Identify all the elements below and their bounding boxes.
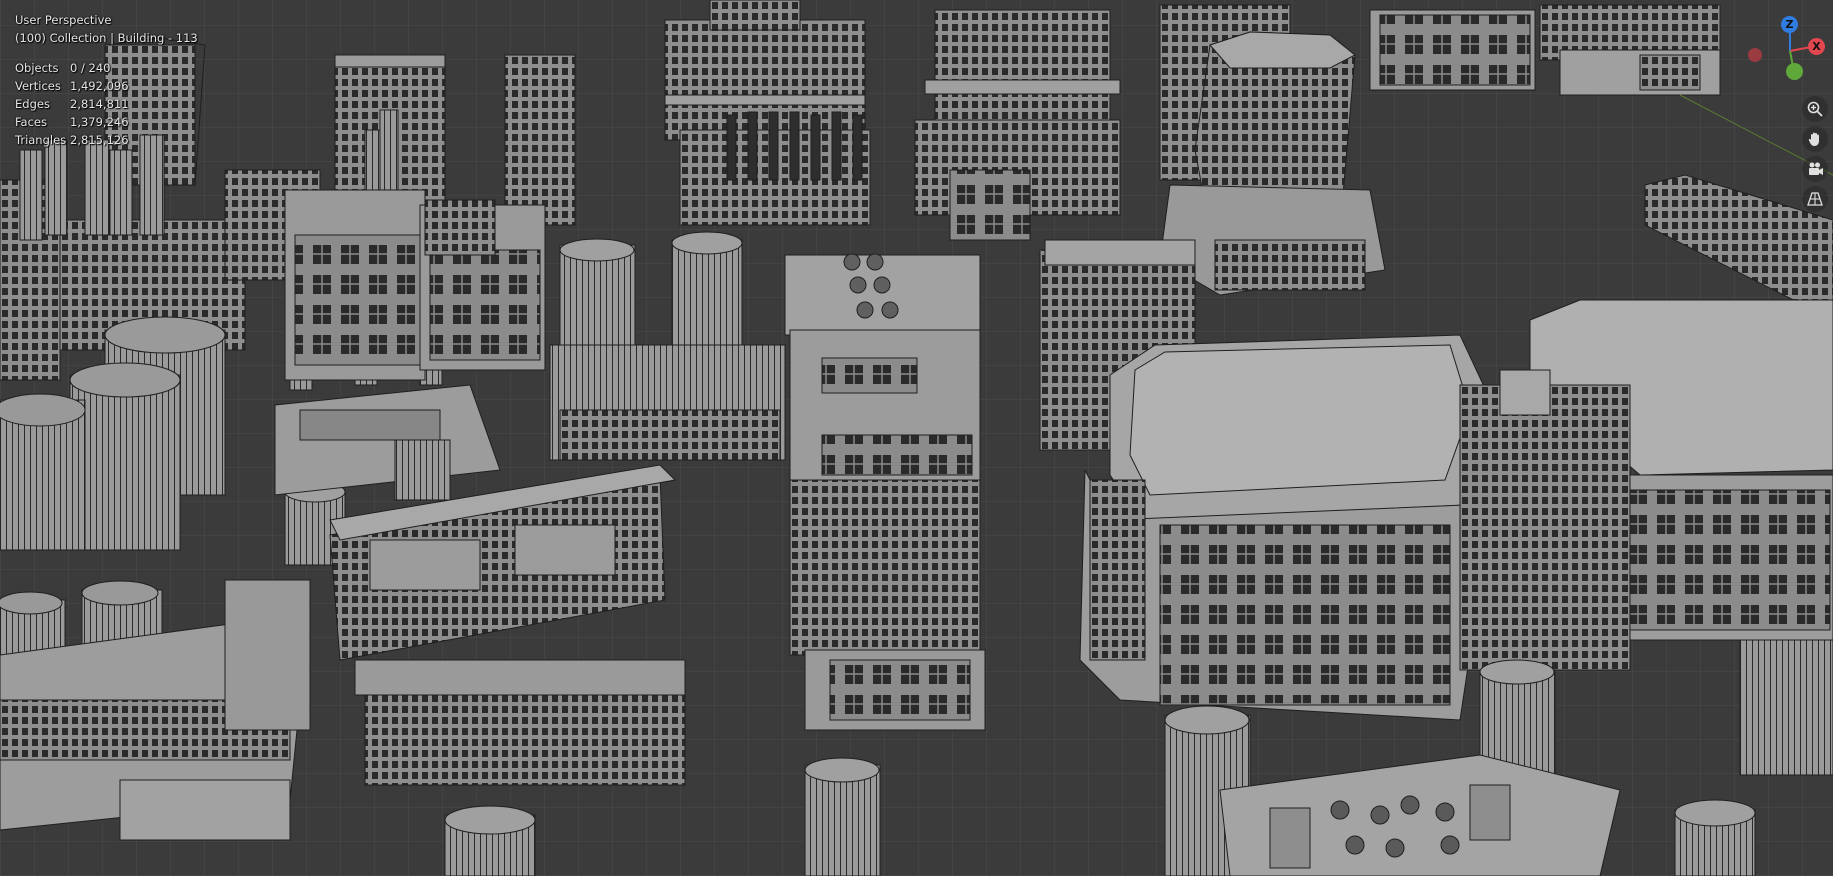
stat-label: Objects: [15, 61, 59, 75]
zoom-button[interactable]: [1802, 96, 1828, 122]
stat-row-vertices: Vertices 1,492,096: [15, 77, 129, 95]
stat-row-triangles: Triangles 2,815,126: [15, 131, 129, 149]
stat-value: 1,379,246: [70, 115, 129, 129]
zoom-icon: [1807, 101, 1823, 117]
stat-value: 2,815,126: [70, 133, 129, 147]
gizmo-axis-neg-x[interactable]: [1748, 48, 1762, 62]
camera-view-button[interactable]: [1802, 156, 1828, 182]
active-collection-label: (100) Collection | Building - 113: [15, 31, 198, 45]
gizmo-axis-y[interactable]: [1786, 63, 1803, 80]
city-scene: [0, 0, 1833, 876]
3d-viewport[interactable]: User Perspective (100) Collection | Buil…: [0, 0, 1833, 876]
toggle-perspective-button[interactable]: [1802, 186, 1828, 212]
stat-row-edges: Edges 2,814,811: [15, 95, 129, 113]
navigation-gizmo[interactable]: Z X: [1724, 8, 1825, 88]
hand-pan-icon: [1808, 132, 1819, 146]
pan-button[interactable]: [1802, 126, 1828, 152]
stat-label: Faces: [15, 115, 47, 129]
stat-value: 2,814,811: [70, 97, 129, 111]
stat-value: 0 / 240: [70, 61, 111, 75]
stat-label: Edges: [15, 97, 50, 111]
stat-row-objects: Objects 0 / 240: [15, 59, 129, 77]
gizmo-axis-x[interactable]: X: [1808, 38, 1825, 55]
stat-label: Triangles: [15, 133, 67, 147]
stat-value: 1,492,096: [70, 79, 129, 93]
gizmo-axis-z[interactable]: Z: [1781, 16, 1798, 33]
perspective-grid-icon: [1807, 192, 1823, 206]
view-name: User Perspective: [15, 13, 112, 27]
camera-icon: [1809, 162, 1823, 175]
stat-row-faces: Faces 1,379,246: [15, 113, 129, 131]
stat-label: Vertices: [15, 79, 61, 93]
scene-statistics: Objects 0 / 240 Vertices 1,492,096 Edges…: [15, 59, 129, 149]
